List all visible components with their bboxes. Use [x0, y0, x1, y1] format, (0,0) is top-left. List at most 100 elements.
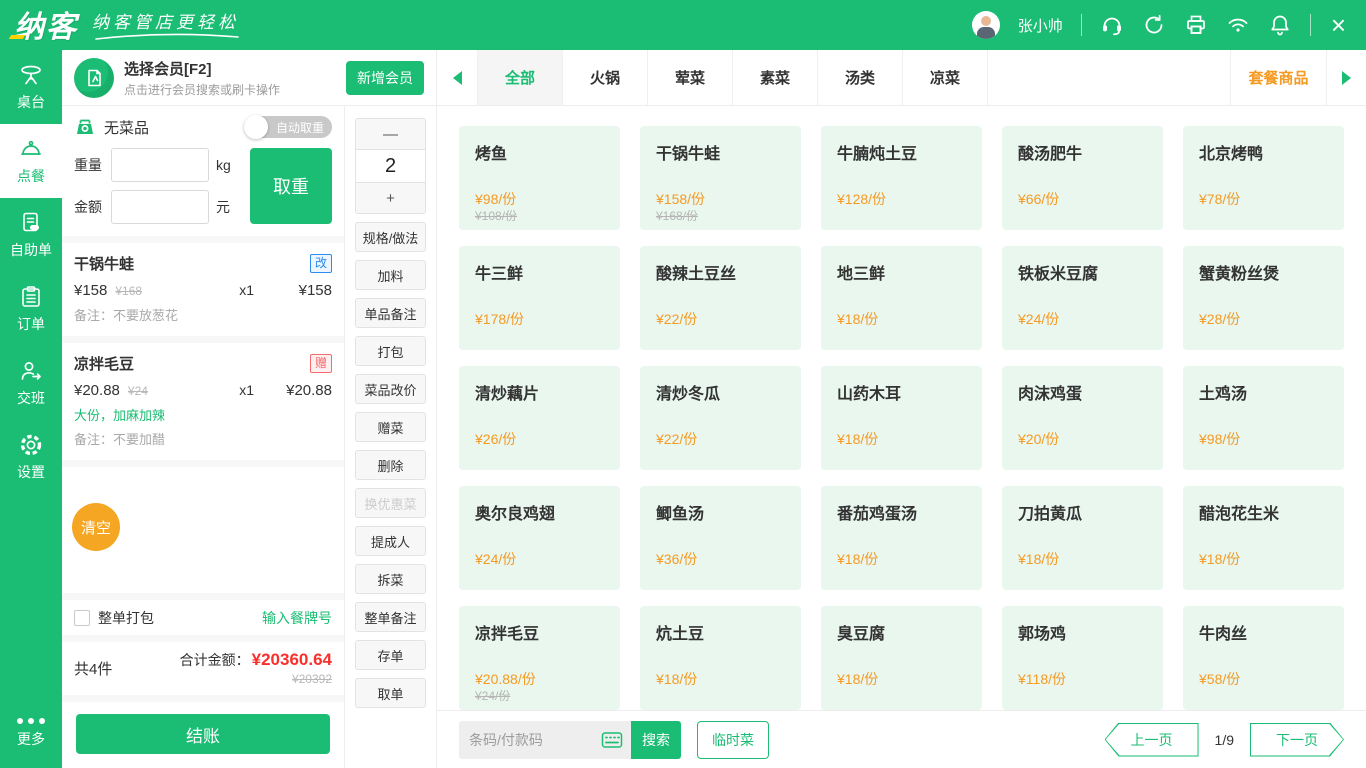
menu-item-card[interactable]: 炕土豆 ¥18/份 [640, 606, 801, 710]
chevron-right-icon [1342, 71, 1351, 85]
member-bar[interactable]: 选择会员[F2] 点击进行会员搜索或刷卡操作 新增会员 [62, 50, 436, 106]
sidebar-item-more[interactable]: 更多 [0, 698, 62, 768]
tabs-scroll-right-button[interactable] [1326, 50, 1366, 105]
menu-item-card[interactable]: 郭场鸡 ¥118/份 [1002, 606, 1163, 710]
menu-item-card[interactable]: 奥尔良鸡翅 ¥24/份 [459, 486, 620, 590]
save-order-button[interactable]: 存单 [355, 640, 426, 670]
add-member-button[interactable]: 新增会员 [346, 61, 424, 95]
cart-item[interactable]: 干锅牛蛙 改 ¥158 ¥168 x1 ¥158 备注：不要放葱花 [62, 243, 344, 343]
menu-item-card[interactable]: 烤鱼 ¥98/份 ¥108/份 [459, 126, 620, 230]
menu-item-price: ¥128/份 [837, 189, 886, 209]
toggle-label: 自动取重 [276, 119, 324, 136]
item-note-button[interactable]: 单品备注 [355, 298, 426, 328]
weigh-button[interactable]: 取重 [250, 148, 332, 224]
takeout-pack-button[interactable]: 打包 [355, 336, 426, 366]
menu-item-card[interactable]: 蟹黄粉丝煲 ¥28/份 [1183, 246, 1344, 350]
menu-item-card[interactable]: 酸辣土豆丝 ¥22/份 [640, 246, 801, 350]
keyboard-icon[interactable] [601, 730, 623, 750]
totals-row: 共4件 合计金额： ¥20360.64 ¥20392 [62, 635, 344, 695]
menu-item-card[interactable]: 牛三鲜 ¥178/份 [459, 246, 620, 350]
tab-cold[interactable]: 凉菜 [902, 50, 987, 105]
tab-vegetable[interactable]: 素菜 [732, 50, 817, 105]
menu-item-card[interactable]: 牛肉丝 ¥58/份 [1183, 606, 1344, 710]
menu-item-card[interactable]: 酸汤肥牛 ¥66/份 [1002, 126, 1163, 230]
pack-whole-order-checkbox[interactable] [74, 610, 90, 626]
menu-item-card[interactable]: 铁板米豆腐 ¥24/份 [1002, 246, 1163, 350]
add-ingredient-button[interactable]: 加料 [355, 260, 426, 290]
tab-meat[interactable]: 荤菜 [647, 50, 732, 105]
tab-soup[interactable]: 汤类 [817, 50, 902, 105]
menu-item-card[interactable]: 清炒冬瓜 ¥22/份 [640, 366, 801, 470]
support-headset-icon[interactable] [1100, 13, 1124, 37]
cart-item[interactable]: 凉拌毛豆 赠 ¥20.88 ¥24 x1 ¥20.88 大份，加麻加辣 备注：不… [62, 343, 344, 467]
sidebar-item-orders[interactable]: 订单 [0, 272, 62, 346]
menu-item-card[interactable]: 山药木耳 ¥18/份 [821, 366, 982, 470]
menu-item-card[interactable]: 干锅牛蛙 ¥158/份 ¥168/份 [640, 126, 801, 230]
sidebar-item-tables[interactable]: 桌台 [0, 50, 62, 124]
quantity-decrease-button[interactable]: — [356, 119, 425, 149]
next-page-button[interactable]: 下一页 [1250, 723, 1344, 757]
amount-input[interactable] [111, 190, 209, 224]
sidebar-item-label: 桌台 [17, 92, 45, 112]
menu-item-card[interactable]: 肉沫鸡蛋 ¥20/份 [1002, 366, 1163, 470]
menu-item-price: ¥178/份 [475, 309, 524, 329]
retrieve-order-button[interactable]: 取单 [355, 678, 426, 708]
tab-hotpot[interactable]: 火锅 [562, 50, 647, 105]
wifi-icon[interactable] [1226, 13, 1250, 37]
sidebar-item-order[interactable]: 点餐 [0, 124, 62, 198]
temporary-dish-button[interactable]: 临时菜 [697, 721, 769, 759]
menu-item-price: ¥20.88/份 [475, 669, 536, 689]
menu-item-card[interactable]: 臭豆腐 ¥18/份 [821, 606, 982, 710]
clear-cart-button[interactable]: 清空 [72, 503, 120, 551]
sidebar-item-shift[interactable]: 交班 [0, 346, 62, 420]
menu-item-card[interactable]: 牛腩炖土豆 ¥128/份 [821, 126, 982, 230]
menu-item-name: 鲫鱼汤 [656, 500, 785, 524]
menu-item-card[interactable]: 地三鲜 ¥18/份 [821, 246, 982, 350]
menu-item-card[interactable]: 刀拍黄瓜 ¥18/份 [1002, 486, 1163, 590]
enter-table-number-link[interactable]: 输入餐牌号 [262, 608, 332, 628]
change-price-button[interactable]: 菜品改价 [355, 374, 426, 404]
logo-accent [9, 35, 25, 39]
menu-item-card[interactable]: 鲫鱼汤 ¥36/份 [640, 486, 801, 590]
cart-item-price: ¥20.88 [74, 382, 120, 399]
sync-icon[interactable] [1142, 13, 1166, 37]
sidebar-item-label: 订单 [17, 314, 45, 334]
commission-person-button[interactable]: 提成人 [355, 526, 426, 556]
total-label: 合计金额： [180, 650, 250, 670]
menu-item-card[interactable]: 凉拌毛豆 ¥20.88/份 ¥24/份 [459, 606, 620, 710]
quantity-increase-button[interactable]: + [356, 183, 425, 213]
checkout-button[interactable]: 结账 [76, 714, 330, 754]
weight-input[interactable] [111, 148, 209, 182]
delete-button[interactable]: 删除 [355, 450, 426, 480]
menu-item-card[interactable]: 北京烤鸭 ¥78/份 [1183, 126, 1344, 230]
tabs-scroll-left-button[interactable] [437, 50, 477, 105]
bell-icon[interactable] [1268, 13, 1292, 37]
menu-item-price: ¥98/份 [475, 189, 516, 209]
search-button[interactable]: 搜索 [631, 721, 681, 759]
menu-item-card[interactable]: 醋泡花生米 ¥18/份 [1183, 486, 1344, 590]
barcode-search-group: 搜索 [459, 721, 681, 759]
sidebar-more-label: 更多 [17, 729, 45, 749]
menu-item-name: 酸辣土豆丝 [656, 260, 785, 284]
close-icon[interactable]: × [1329, 12, 1348, 38]
gift-dish-button[interactable]: 赠菜 [355, 412, 426, 442]
auto-weigh-toggle[interactable]: 自动取重 [244, 116, 332, 138]
order-note-button[interactable]: 整单备注 [355, 602, 426, 632]
menu-item-card[interactable]: 番茄鸡蛋汤 ¥18/份 [821, 486, 982, 590]
sidebar-item-settings[interactable]: 设置 [0, 420, 62, 494]
sidebar-item-label: 自助单 [10, 240, 52, 260]
prev-page-button[interactable]: 上一页 [1105, 723, 1199, 757]
menu-item-card[interactable]: 清炒藕片 ¥26/份 [459, 366, 620, 470]
split-dish-button[interactable]: 拆菜 [355, 564, 426, 594]
sidebar-item-self-order[interactable]: 自助单 [0, 198, 62, 272]
topbar-actions: 张小帅 [972, 11, 1348, 39]
tab-all[interactable]: 全部 [477, 50, 562, 105]
checkout-wrap: 结账 [62, 695, 344, 768]
tab-combo[interactable]: 套餐商品 [1230, 50, 1326, 105]
avatar[interactable] [972, 11, 1000, 39]
topbar: 纳客 纳客管店更轻松 张小帅 [0, 0, 1366, 50]
printer-icon[interactable] [1184, 13, 1208, 37]
menu-item-name: 炕土豆 [656, 620, 785, 644]
menu-item-card[interactable]: 土鸡汤 ¥98/份 [1183, 366, 1344, 470]
spec-method-button[interactable]: 规格/做法 [355, 222, 426, 252]
